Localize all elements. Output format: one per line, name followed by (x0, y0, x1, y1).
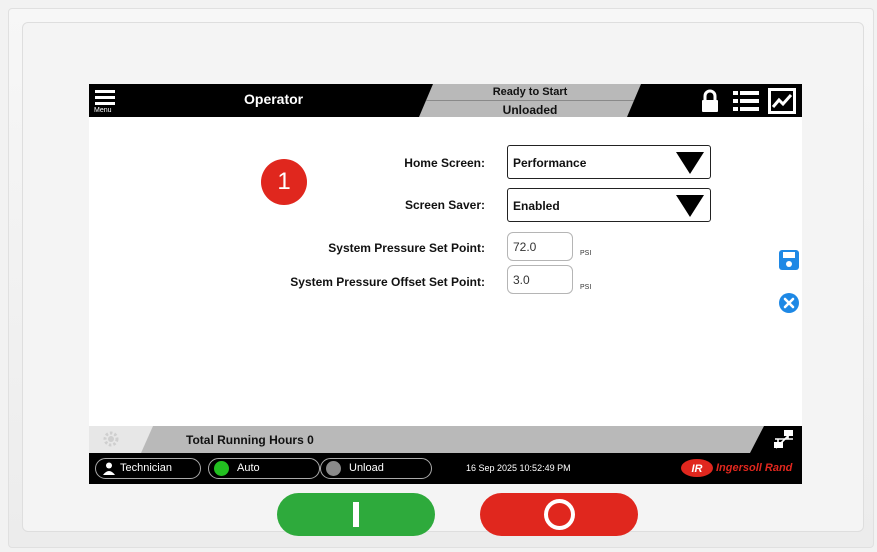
running-hours-bar: Total Running Hours 0 (89, 426, 802, 453)
user-icon (103, 462, 115, 475)
power-off-icon (544, 499, 575, 530)
chevron-down-icon (676, 195, 704, 217)
running-hours-text: Total Running Hours 0 (186, 433, 314, 447)
user-pill[interactable]: Technician (95, 458, 201, 479)
power-on-icon (353, 502, 359, 527)
pressure-offset-input[interactable]: 3.0 (507, 265, 573, 294)
load-text: Unload (349, 462, 384, 474)
load-led-icon (326, 461, 341, 476)
home-screen-label: Home Screen: (404, 156, 485, 170)
brand-logo: IR Ingersoll Rand (680, 457, 798, 480)
screen-saver-value: Enabled (513, 199, 560, 213)
date-time: 16 Sep 2025 10:52:49 PM (466, 463, 571, 473)
mode-led-icon (214, 461, 229, 476)
user-role: Technician (120, 462, 172, 474)
network-icon (774, 430, 793, 449)
load-pill[interactable]: Unload (320, 458, 432, 479)
step-badge: 1 (261, 159, 307, 205)
pressure-offset-label: System Pressure Offset Set Point: (290, 275, 485, 289)
pressure-set-input[interactable]: 72.0 (507, 232, 573, 261)
top-icons (696, 88, 796, 114)
hours-bar-left (89, 426, 153, 453)
network-button[interactable] (750, 426, 802, 453)
trend-chart-icon[interactable] (768, 88, 796, 114)
home-screen-value: Performance (513, 156, 587, 170)
ir-logo-icon: IR (681, 459, 713, 477)
status-line-ready: Ready to Start (492, 86, 568, 98)
home-screen-select[interactable]: Performance (507, 145, 711, 179)
mode-text: Auto (237, 462, 260, 474)
hmi-screen: Menu Operator Ready to Start Unloaded 1 (89, 84, 802, 484)
cancel-icon[interactable] (778, 292, 800, 314)
stop-button[interactable] (480, 493, 638, 536)
top-bar: Menu Operator Ready to Start Unloaded (89, 84, 802, 117)
pressure-set-unit: PSI (580, 250, 592, 257)
lock-icon[interactable] (696, 88, 724, 114)
gear-icon (103, 431, 119, 447)
menu-button[interactable]: Menu (89, 84, 119, 117)
ir-logo-text: IR (692, 463, 703, 475)
mode-pill[interactable]: Auto (208, 458, 320, 479)
page-title: Operator (244, 91, 304, 107)
pressure-set-label: System Pressure Set Point: (328, 241, 485, 255)
list-icon[interactable] (732, 88, 760, 114)
pressure-offset-unit: PSI (580, 284, 592, 291)
save-icon[interactable] (778, 249, 800, 271)
hamburger-icon (95, 90, 115, 106)
status-bar: Technician Auto Unload 16 Sep 2025 10:52… (89, 453, 802, 484)
brand-name: Ingersoll Rand (716, 462, 793, 474)
chevron-down-icon (676, 152, 704, 174)
start-button[interactable] (277, 493, 435, 536)
screen-saver-select[interactable]: Enabled (507, 188, 711, 222)
status-line-load: Unloaded (419, 100, 641, 117)
machine-status: Ready to Start Unloaded (419, 84, 641, 117)
menu-label: Menu (94, 107, 112, 114)
screen-saver-label: Screen Saver: (404, 198, 485, 212)
